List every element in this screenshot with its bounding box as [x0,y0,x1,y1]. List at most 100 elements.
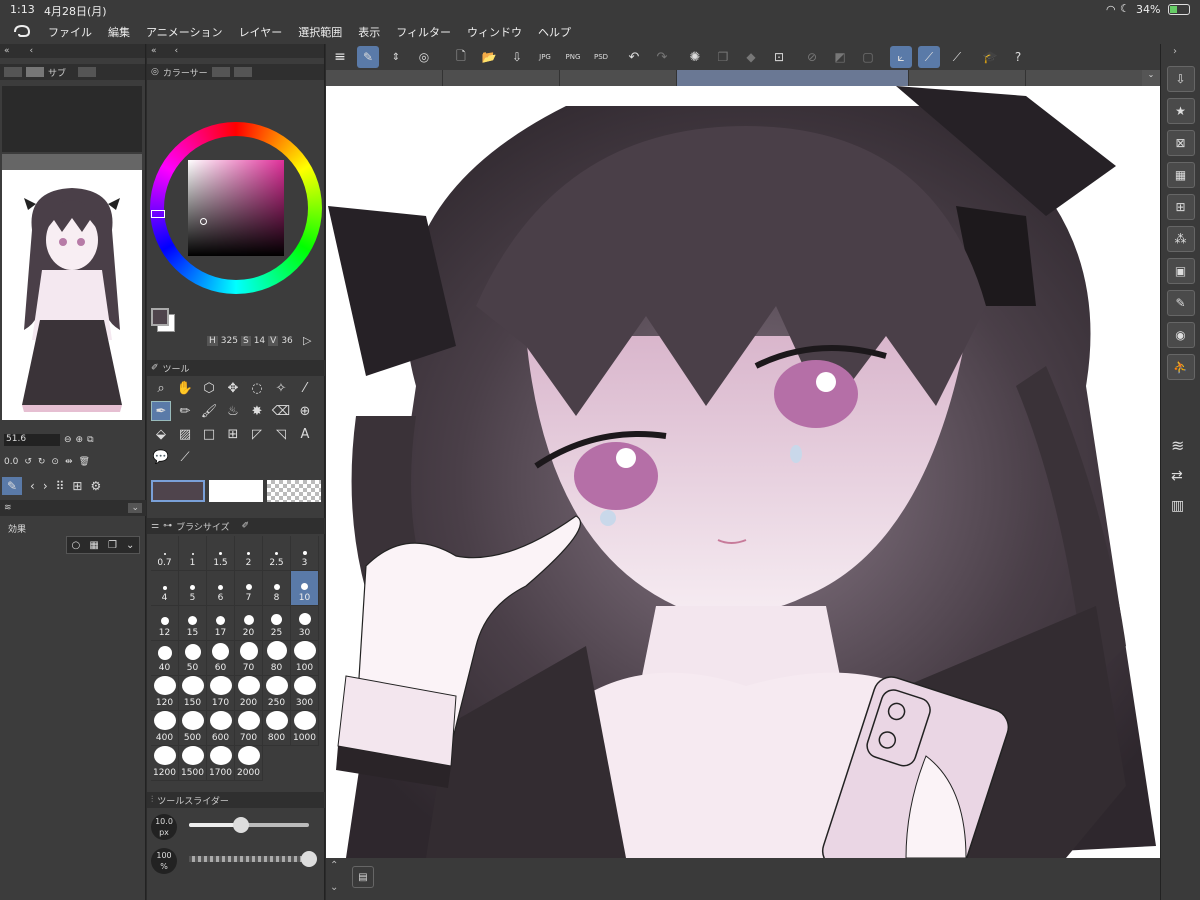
document-tab[interactable] [1026,70,1143,86]
brush-size-option[interactable]: 150 [179,676,207,711]
brush-size-option[interactable]: 25 [263,606,291,641]
brush-size-option[interactable]: 200 [235,676,263,711]
color-wheel[interactable] [150,122,322,294]
effects-selector[interactable]: ○ ▦ ❐ ⌄ [66,536,140,554]
brush-size-option[interactable]: 100 [291,641,319,676]
brush-size-option[interactable]: 120 [151,676,179,711]
frame-tool-icon[interactable]: ⊞ [223,424,243,444]
material-frame-icon[interactable]: ▣ [1166,258,1195,284]
companion-icon[interactable]: ◎ [413,46,435,68]
brush-tool-icon[interactable]: 🖌 [199,401,219,421]
brush-tab-icon-2[interactable]: ⊶ [163,521,172,531]
brush-size-option[interactable]: 400 [151,711,179,746]
brush-size-option[interactable]: 1200 [151,746,179,781]
correct-line-tool-icon[interactable]: ⟋ [175,447,195,467]
menu-file[interactable]: ファイル [40,24,100,40]
brush-size-option[interactable]: 3 [291,536,319,571]
document-tab[interactable] [442,70,560,86]
tab-info[interactable] [78,67,97,77]
brush-size-option[interactable]: 1500 [179,746,207,781]
menu-selection[interactable]: 選択範囲 [290,24,350,40]
export-png-icon[interactable]: PNG [562,46,584,68]
tab-color-circle[interactable]: カラーサー [163,66,208,79]
brush-size-option[interactable]: 2000 [235,746,263,781]
export-jpg-icon[interactable]: JPG [534,46,556,68]
object-tool-icon[interactable]: ⬡ [199,378,219,398]
brush-size-option[interactable]: 8 [263,571,291,606]
timeline-icon[interactable]: ▥ [1171,498,1184,514]
material-download-icon[interactable]: ⇩ [1166,66,1195,92]
brush-size-option[interactable]: 4 [151,571,179,606]
material-tone-icon[interactable]: ⁂ [1166,226,1195,252]
rotate-input[interactable]: 0.0 [4,457,18,467]
menu-window[interactable]: ウィンドウ [459,24,530,40]
deselect-icon[interactable]: ⊘ [801,46,823,68]
brush-size-option[interactable]: 30 [291,606,319,641]
invert-select-icon[interactable]: ◩ [829,46,851,68]
add-icon[interactable]: ⊞ [72,479,82,493]
saturation-value-square[interactable] [188,160,284,256]
material-grid-icon[interactable]: ⊞ [1166,194,1195,220]
brush-size-option[interactable]: 600 [207,711,235,746]
material-camera-icon[interactable]: ◉ [1166,322,1195,348]
save-icon[interactable]: ⇩ [506,46,528,68]
brush-size-option[interactable]: 17 [207,606,235,641]
brush-size-option[interactable]: 6 [207,571,235,606]
play-circle-icon[interactable]: ▷ [303,334,311,347]
rotate-left-icon[interactable]: ↺ [24,457,32,467]
copy-icon[interactable]: ❐ [712,46,734,68]
collapse-double-left-icon-2[interactable]: « [151,46,157,56]
gradient-tool-icon[interactable]: ▨ [175,424,195,444]
brush-size-option[interactable]: 50 [179,641,207,676]
menu-animation[interactable]: アニメーション [138,24,231,40]
brush-size-option[interactable]: 1000 [291,711,319,746]
text-tool-icon[interactable]: A [295,424,315,444]
loading-icon[interactable]: ✺ [684,46,706,68]
app-logo-icon[interactable] [10,22,34,42]
menu-layer[interactable]: レイヤー [231,24,291,40]
edit-mode-icon[interactable]: ✎ [357,46,379,68]
layers-small-icon[interactable]: ≋ [4,503,12,513]
opacity-slider-handle[interactable] [301,851,317,867]
brush-size-option[interactable]: 80 [263,641,291,676]
export-psd-icon[interactable]: PSD [590,46,612,68]
brush-size-option[interactable]: 250 [263,676,291,711]
brush-size-option[interactable]: 15 [179,606,207,641]
material-favorites-icon[interactable]: ★ [1166,98,1195,124]
material-edit-icon[interactable]: ✎ [1166,290,1195,316]
expand-right-icon[interactable]: › [1173,46,1177,57]
eyedropper-tool-icon[interactable]: ⁄ [295,378,315,398]
sync-icon[interactable]: ⇄ [1171,468,1183,484]
navigator-preview[interactable] [2,170,142,420]
hand-tool-icon[interactable]: ✋ [175,378,195,398]
ruler-snap-icon[interactable]: ⟀ [890,46,912,68]
redo-icon[interactable]: ↷ [651,46,673,68]
chevron-down-icon[interactable]: ⌄ [128,503,142,513]
collapse-left-icon[interactable]: ‹ [30,46,34,56]
magic-wand-icon[interactable]: ✧ [271,378,291,398]
menu-view[interactable]: 表示 [350,24,388,40]
layers-icon[interactable]: ≋ [1171,436,1184,455]
timeline-toggle-icon[interactable]: ▤ [352,866,374,888]
pencil-tool-icon[interactable]: ✏ [175,401,195,421]
document-tab[interactable] [909,70,1027,86]
ruler-alt-tool-icon[interactable]: ◹ [271,424,291,444]
rotate-right-icon[interactable]: ↻ [38,457,46,467]
zoom-input[interactable]: 51.6 [4,434,60,446]
flip-horizontal-icon[interactable]: ⇹ [65,457,73,467]
material-figure-icon[interactable]: ⛹ [1166,354,1195,380]
ruler-tool-icon[interactable]: ◸ [247,424,267,444]
document-tab[interactable] [326,70,443,86]
figure-tool-icon[interactable]: □ [199,424,219,444]
size-slider-track[interactable] [189,817,309,833]
blend-tool-icon[interactable]: ⊕ [295,401,315,421]
brush-size-option[interactable]: 5 [179,571,207,606]
tabs-chevron-down-icon[interactable]: ⌄ [1142,70,1160,86]
brush-size-option[interactable]: 500 [179,711,207,746]
size-slider-handle[interactable] [232,817,249,833]
clear-icon[interactable]: ▢ [857,46,879,68]
brush-size-option[interactable]: 70 [235,641,263,676]
tab-subview[interactable]: サブ [48,66,66,79]
brush-size-option[interactable]: 20 [235,606,263,641]
pen-tab-icon[interactable]: ✐ [242,521,250,531]
